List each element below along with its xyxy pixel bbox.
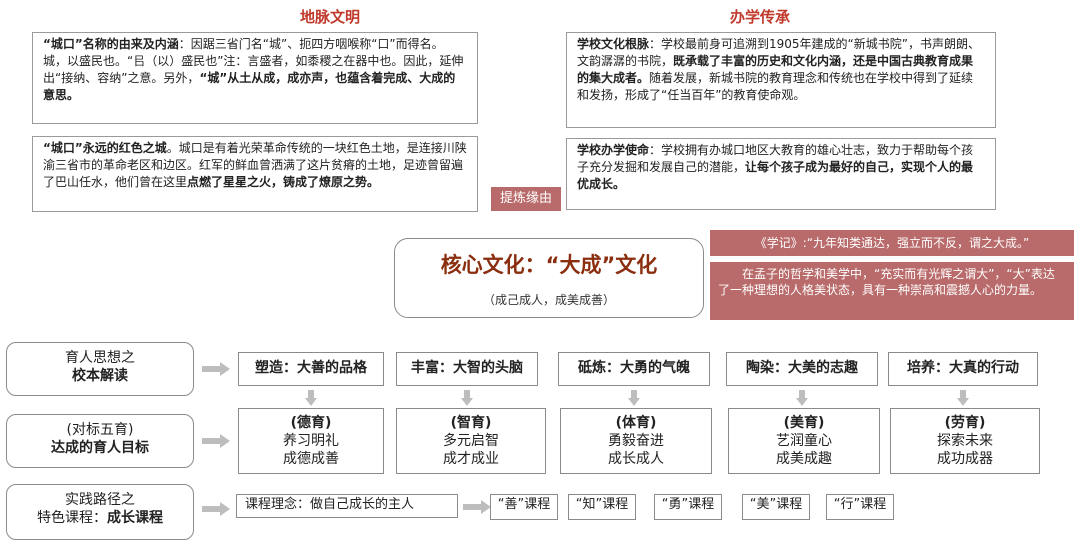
row2-item-labor-title: (劳育) bbox=[944, 415, 986, 431]
row2-item-physical: (体育) 勇毅奋进 成长成人 bbox=[560, 408, 712, 474]
arrow-down-icon bbox=[957, 390, 969, 406]
box-red-city-bold: 点燃了星星之火，铸成了燎原之势。 bbox=[187, 175, 380, 189]
left-label-goals-line1: (对标五育) bbox=[66, 422, 134, 438]
box-red-city: “城口”永远的红色之城。城口是有着光荣革命传统的一块红色土地，是连接川陕渝三省市… bbox=[32, 136, 478, 212]
left-label-thought-line2: 校本解读 bbox=[72, 368, 128, 384]
row1-item-wisdom: 丰富：大智的头脑 bbox=[396, 352, 538, 386]
box-school-mission-lead: 学校办学使命 bbox=[577, 143, 650, 157]
row2-item-physical-l1: 勇毅奋进 bbox=[608, 433, 664, 449]
row2-item-moral-l2: 成德成善 bbox=[283, 451, 339, 467]
arrow-down-icon bbox=[305, 390, 317, 406]
core-culture-title: 核心文化：“大成”文化 bbox=[440, 253, 658, 277]
arrow-right-icon bbox=[463, 500, 491, 514]
row2-item-aesthetic-l2: 成美成趣 bbox=[776, 451, 832, 467]
row2-item-aesthetic-title: (美育) bbox=[783, 415, 825, 431]
course-courage: “勇”课程 bbox=[654, 494, 722, 520]
left-label-practice-line1: 实践路径之 bbox=[65, 492, 135, 508]
arrow-down-icon bbox=[796, 390, 808, 406]
row1-item-beauty: 陶染：大美的志趣 bbox=[726, 352, 878, 386]
refine-reason-tag: 提炼缘由 bbox=[491, 187, 561, 211]
row2-item-moral: (德育) 养习明礼 成德成善 bbox=[238, 408, 384, 474]
row2-item-labor: (劳育) 探索未来 成功成器 bbox=[890, 408, 1040, 474]
row2-item-physical-l2: 成长成人 bbox=[608, 451, 664, 467]
row2-item-aesthetic: (美育) 艺润童心 成美成趣 bbox=[728, 408, 880, 474]
course-action: “行”课程 bbox=[826, 494, 894, 520]
row2-item-labor-l2: 成功成器 bbox=[937, 451, 993, 467]
course-concept: 课程理念：做自己成长的主人 bbox=[236, 494, 458, 518]
arrow-down-icon bbox=[628, 390, 640, 406]
course-knowledge: “知”课程 bbox=[568, 494, 636, 520]
row2-item-aesthetic-l1: 艺润童心 bbox=[776, 433, 832, 449]
left-label-practice: 实践路径之 特色课程：成长课程 bbox=[6, 484, 194, 540]
left-label-practice-line2b: 成长课程 bbox=[107, 510, 163, 526]
box-school-roots-lead: 学校文化根脉 bbox=[577, 37, 650, 51]
row2-item-intellect-l1: 多元启智 bbox=[443, 433, 499, 449]
row2-item-intellect-title: (智育) bbox=[450, 415, 492, 431]
arrow-right-icon bbox=[202, 502, 230, 516]
box-school-roots: 学校文化根脉：学校最前身可追溯到1905年建成的“新城书院”，书声朗朗、文韵潺潺… bbox=[566, 32, 996, 128]
core-culture-subtitle: （成己成人，成美成善） bbox=[482, 293, 615, 307]
left-label-thought-line1: 育人思想之 bbox=[65, 350, 135, 366]
row1-item-courage: 砥炼：大勇的气魄 bbox=[558, 352, 710, 386]
row2-item-physical-title: (体育) bbox=[615, 415, 657, 431]
row1-item-truth: 培养：大真的行动 bbox=[888, 352, 1038, 386]
arrow-right-icon bbox=[202, 434, 230, 448]
quote-mencius: 在孟子的哲学和美学中，“充实而有光辉之谓大”，“大”表达了一种理想的人格美状态，… bbox=[710, 262, 1074, 320]
row2-item-moral-title: (德育) bbox=[290, 415, 332, 431]
row2-item-labor-l1: 探索未来 bbox=[937, 433, 993, 449]
row2-item-moral-l1: 养习明礼 bbox=[283, 433, 339, 449]
box-name-origin: “城口”名称的由来及内涵：因踞三省门名“城”、扼四方咽喉称“口”而得名。城，以盛… bbox=[32, 32, 478, 124]
course-beauty: “美”课程 bbox=[742, 494, 810, 520]
arrow-right-icon bbox=[202, 362, 230, 376]
course-good: “善”课程 bbox=[490, 494, 558, 520]
section-title-right: 办学传承 bbox=[729, 8, 790, 26]
box-name-origin-lead: “城口”名称的由来及内涵 bbox=[43, 37, 179, 51]
section-title-left: 地脉文明 bbox=[299, 8, 360, 26]
row2-item-intellect-l2: 成才成业 bbox=[443, 451, 499, 467]
quote-xueji: 《学记》:“九年知类通达，强立而不反，谓之大成。” bbox=[710, 230, 1074, 256]
box-school-mission: 学校办学使命：学校拥有办城口地区大教育的雄心壮志，致力于帮助每个孩子充分发掘和发… bbox=[566, 138, 996, 210]
arrow-down-icon bbox=[461, 390, 473, 406]
left-label-goals: (对标五育) 达成的育人目标 bbox=[6, 414, 194, 468]
left-label-goals-line2: 达成的育人目标 bbox=[51, 440, 149, 456]
core-culture-box: 核心文化：“大成”文化 （成己成人，成美成善） bbox=[394, 238, 704, 318]
left-label-thought: 育人思想之 校本解读 bbox=[6, 342, 194, 396]
row1-item-good: 塑造：大善的品格 bbox=[238, 352, 384, 386]
box-red-city-lead: “城口”永远的红色之城 bbox=[43, 141, 167, 155]
row2-item-intellect: (智育) 多元启智 成才成业 bbox=[396, 408, 546, 474]
left-label-practice-line2a: 特色课程： bbox=[37, 510, 107, 526]
